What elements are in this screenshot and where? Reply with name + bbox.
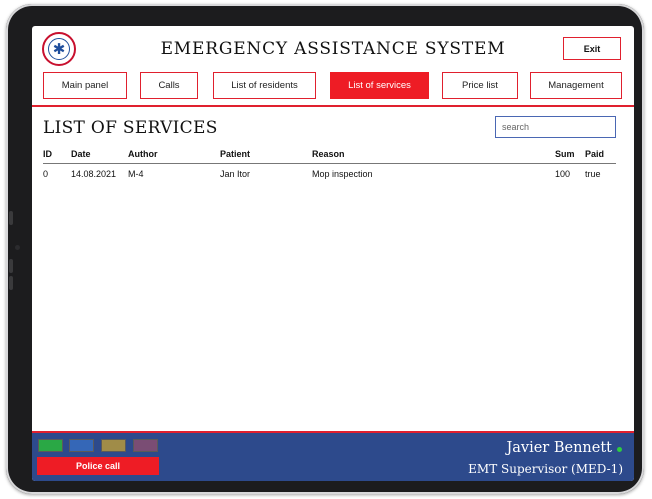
status-footer: Police call Javier Bennett EMT Superviso…: [32, 431, 634, 481]
status-swatch-olive[interactable]: [101, 439, 126, 452]
nav-price-list[interactable]: Price list: [442, 72, 518, 99]
status-swatch-blue[interactable]: [69, 439, 94, 452]
column-header-sum[interactable]: Sum: [555, 147, 585, 164]
search-input[interactable]: [495, 116, 616, 138]
status-swatch-purple[interactable]: [133, 439, 158, 452]
app-screen: ✱ EMERGENCY ASSISTANCE SYSTEM Exit Main …: [32, 26, 634, 481]
cell-paid: true: [585, 168, 601, 179]
column-header-date[interactable]: Date: [71, 147, 128, 164]
header-divider: [32, 105, 634, 107]
exit-button[interactable]: Exit: [563, 37, 621, 60]
tablet-frame: ✱ EMERGENCY ASSISTANCE SYSTEM Exit Main …: [6, 4, 644, 494]
volume-down-button: [9, 259, 13, 273]
cell-author: M-4: [128, 168, 144, 179]
cell-sum: 100: [555, 168, 571, 179]
cell-date: 14.08.2021: [71, 168, 117, 179]
table-header-row: ID Date Author Patient Reason Sum Paid: [43, 147, 616, 164]
police-call-button[interactable]: Police call: [37, 457, 159, 475]
page-title: LIST OF SERVICES: [43, 118, 218, 138]
column-header-reason[interactable]: Reason: [312, 147, 555, 164]
column-header-paid[interactable]: Paid: [585, 147, 616, 164]
nav-management[interactable]: Management: [530, 72, 622, 99]
nav-calls[interactable]: Calls: [140, 72, 198, 99]
side-button: [9, 276, 13, 290]
services-table: ID Date Author Patient Reason Sum Paid 0…: [43, 147, 616, 183]
nav-list-of-residents[interactable]: List of residents: [213, 72, 316, 99]
user-role: EMT Supervisor (MED-1): [468, 462, 623, 476]
status-swatch-green[interactable]: [38, 439, 63, 452]
user-name: Javier Bennett: [506, 440, 612, 456]
app-title: EMERGENCY ASSISTANCE SYSTEM: [160, 39, 506, 59]
camera: [15, 245, 20, 250]
cell-reason: Mop inspection: [312, 168, 373, 179]
cell-id: 0: [43, 168, 49, 179]
column-header-patient[interactable]: Patient: [220, 147, 312, 164]
online-status-indicator: [617, 447, 622, 452]
column-header-id[interactable]: ID: [43, 147, 71, 164]
nav-main-panel[interactable]: Main panel: [43, 72, 127, 99]
main-navigation: Main panel Calls List of residents List …: [32, 72, 634, 99]
column-header-author[interactable]: Author: [128, 147, 220, 164]
cell-patient: Jan Itor: [220, 168, 251, 179]
volume-up-button: [9, 211, 13, 225]
nav-list-of-services[interactable]: List of services: [330, 72, 429, 99]
table-row[interactable]: 0 14.08.2021 M-4 Jan Itor Mop inspection…: [43, 163, 616, 183]
